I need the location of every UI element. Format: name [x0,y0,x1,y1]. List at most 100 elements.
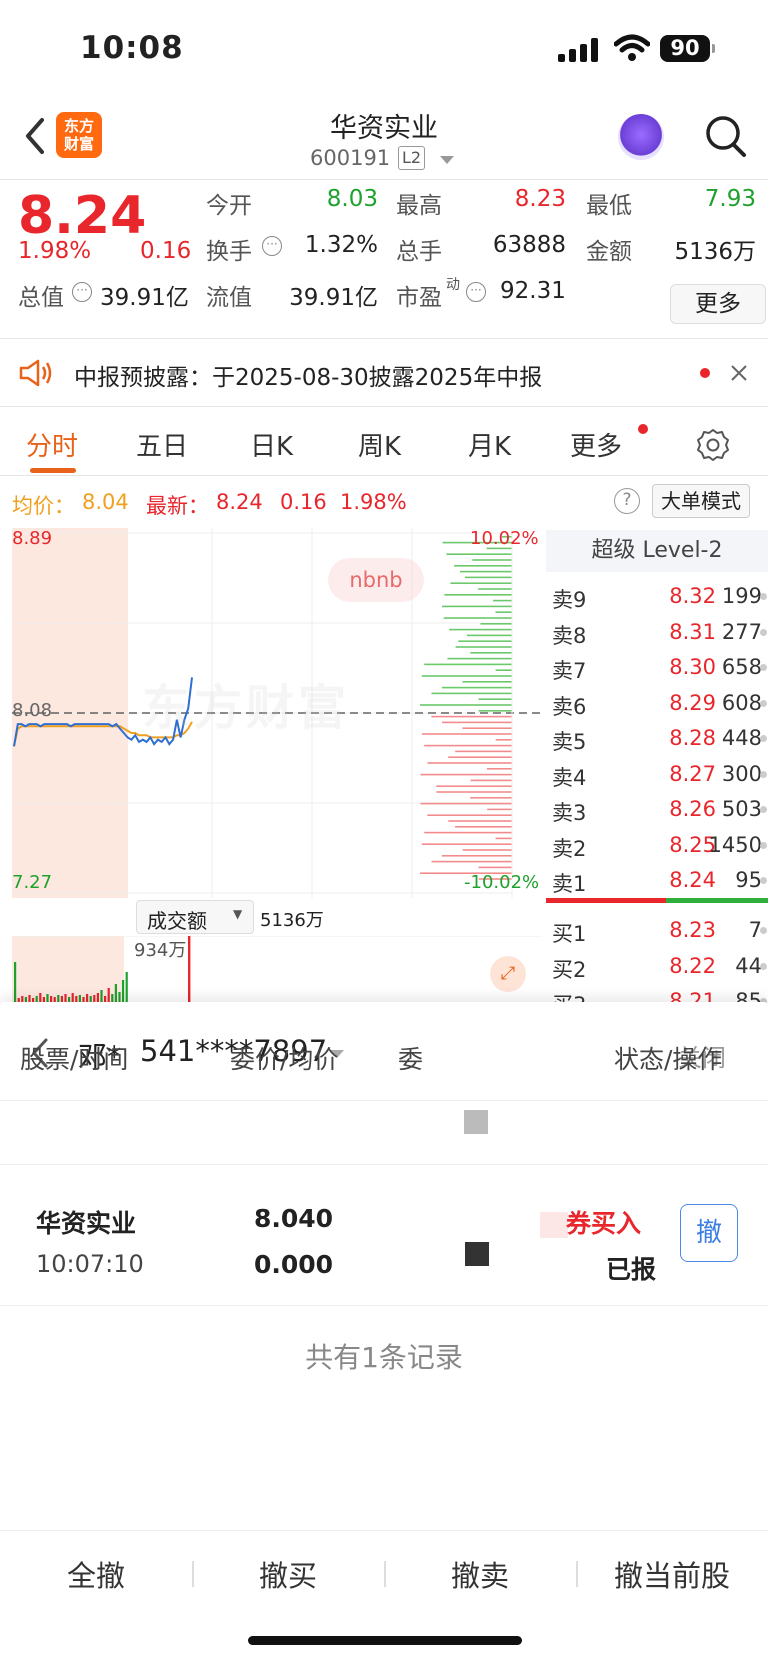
big-order-mode-button[interactable]: 大单模式 [652,484,750,518]
low-value: 7.93 [704,186,756,212]
depth-bar [421,675,512,677]
avg-value: 8.04 [82,490,129,514]
order-price: 8.040 [254,1204,334,1233]
amount-value: 5136万 [674,239,756,265]
level-dot-icon [760,699,767,707]
assistant-robot-icon[interactable] [618,114,664,160]
volume-bars-svg [12,936,542,1002]
volume-bar [122,980,125,1002]
watermark: 东方财富 [142,680,351,736]
bid-level-label: 买1 [552,922,587,946]
close-icon[interactable] [730,364,748,382]
ask-level-volume: 608 [721,690,762,715]
tab-more[interactable]: 更多 [570,426,622,463]
depth-bar [478,866,512,869]
depth-bar [495,837,512,840]
level-dot-icon [760,593,767,600]
tab-daily-k[interactable]: 日K [250,426,293,463]
depth-bar [487,808,512,811]
ask-level-price: 8.25 [669,832,716,857]
level-dot-icon [760,962,767,970]
col-stock-time: 股票/时间 [20,1045,129,1074]
privacy-mask [464,1110,488,1134]
badge-dot [638,424,648,434]
depth-bar [443,617,512,619]
dropdown-icon[interactable] [440,156,454,164]
depth-bar [455,826,512,828]
intraday-chart[interactable]: 8.89 8.08 7.27 10.02% -10.02% 东方财富 nbnb [12,528,542,898]
depth-bar [480,623,512,625]
ask-level-label: 卖2 [552,836,587,861]
volume-peak-label: 934万 [134,940,187,961]
more-button[interactable]: 更多 [670,284,766,324]
depth-bar [447,657,512,660]
level-dot-icon [760,806,767,813]
level-dot-icon [760,877,767,884]
depth-bar [431,692,512,695]
pe-value: 92.31 [500,278,566,304]
depth-bar [478,710,512,712]
depth-bar [448,820,512,822]
ask-level-label: 卖4 [552,765,587,790]
cancel-buy-button[interactable]: 撤买 [192,1553,384,1595]
depth-bar [421,733,512,735]
cancel-current-stock-button[interactable]: 撤当前股 [576,1553,768,1595]
level-badge: L2 [398,146,426,170]
home-indicator [248,1636,522,1645]
depth-bar [441,855,512,857]
settings-gear-icon[interactable] [694,426,732,464]
depth-bar [460,570,512,573]
depth-bar [470,652,512,654]
ask-level-label: 卖1 [552,872,587,896]
volume-value: 63888 [492,232,566,258]
ask-level-price: 8.26 [669,797,716,821]
ask-level-price: 8.31 [669,619,716,644]
status-bar: 10:08 90 [0,0,768,100]
volume-bar [96,993,99,1002]
tab-five-day[interactable]: 五日 [136,426,188,463]
help-icon[interactable]: ? [614,488,640,514]
volume-bar [188,936,191,1002]
level-dot-icon [760,628,767,636]
expand-icon[interactable]: ⤢ [490,956,526,992]
depth-bar [420,704,512,706]
depth-bar [431,715,512,718]
bid-level-volume: 44 [735,953,762,978]
tab-monthly-k[interactable]: 月K [468,426,511,463]
depth-bar [462,681,512,683]
bid-level-row: 买1 8.23 7 [546,912,768,948]
order-row[interactable]: 华资实业 10:07:10 8.040 0.000 券买入 已报 [0,1166,768,1306]
order-state: 已报 [606,1255,657,1284]
depth-bar [464,576,512,579]
cancel-sell-button[interactable]: 撤卖 [384,1553,576,1595]
depth-bar [424,744,512,747]
pct-bottom-label: -10.02% [464,872,540,893]
order-direction: 券买入 [566,1209,642,1238]
ask-level-row: 卖2 8.25 1450 [546,827,768,863]
volume-selector[interactable]: 成交额 ▼ [136,900,254,934]
cancel-order-button[interactable]: 撤 [680,1204,738,1262]
depth-bar [448,756,512,758]
info-icon[interactable]: ··· [466,282,486,302]
tab-weekly-k[interactable]: 周K [358,426,401,463]
wifi-icon [614,34,650,61]
divider [0,1164,768,1165]
open-label: 今开 [206,193,252,219]
search-icon[interactable] [704,112,748,160]
volume-bar [111,994,114,1002]
tab-intraday[interactable]: 分时 [26,426,78,463]
buy-sell-ratio-bar [546,898,666,903]
y-mid-label: 8.08 [12,700,53,721]
depth-bar [470,779,512,782]
info-icon[interactable]: ··· [262,236,282,256]
privacy-mask [465,1242,489,1266]
depth-bar [444,594,512,596]
cancel-all-button[interactable]: 全撤 [0,1553,192,1595]
ask-level-label: 卖3 [552,801,587,825]
notice-bar[interactable]: 中报预披露：于2025-08-30披露2025年中报 [0,340,768,406]
info-icon[interactable]: ··· [72,282,92,302]
chart-info-bar: 均价： 8.04 最新： 8.24 0.16 1.98% ? 大单模式 [0,478,768,524]
stock-header: 东方 财富 华资实业 600191 L2 [0,100,768,180]
col-status-action: 状态/操作 [614,1045,723,1074]
depth-bar [495,739,512,741]
